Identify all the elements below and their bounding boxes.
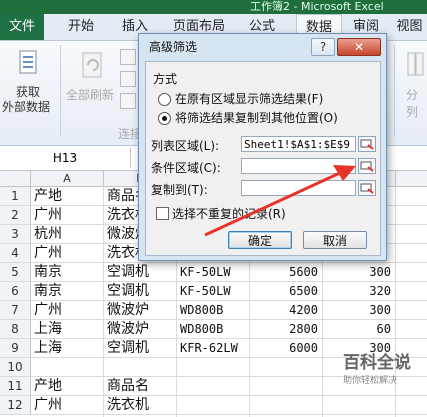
annotation-arrow [204,165,356,237]
